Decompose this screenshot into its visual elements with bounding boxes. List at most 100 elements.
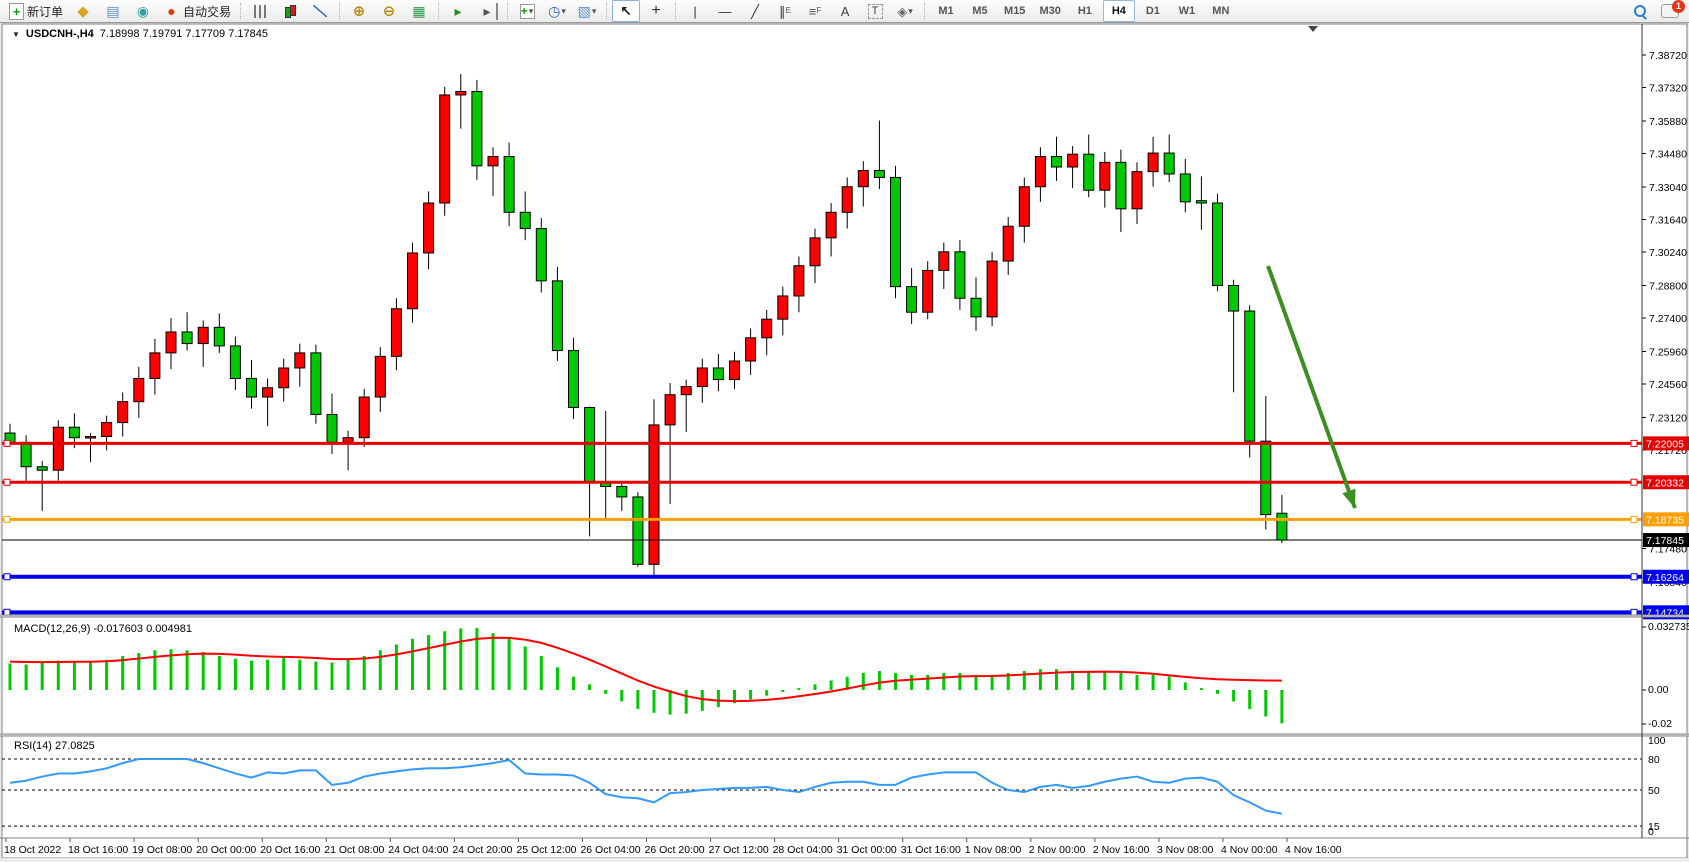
zoom-in-icon — [351, 3, 368, 20]
channel-button[interactable] — [771, 0, 799, 22]
bar-chart-button[interactable] — [246, 0, 274, 22]
shapes-button[interactable] — [891, 0, 919, 22]
new-order-button-label: 新订单 — [27, 3, 63, 20]
macd-histogram-bar — [1232, 690, 1235, 701]
timeframe-m30-button[interactable]: M30 — [1033, 0, 1066, 22]
candle-body — [488, 157, 498, 166]
timeframe-w1-button[interactable]: W1 — [1171, 0, 1203, 22]
templates-button[interactable] — [573, 0, 601, 22]
macd-histogram-bar — [57, 661, 60, 690]
macd-histogram-bar — [298, 660, 301, 690]
fibonacci-button[interactable] — [801, 0, 829, 22]
price-tick-label: 7.33040 — [1649, 182, 1687, 194]
candle-body — [359, 397, 369, 438]
new-order-button[interactable]: 新订单 — [5, 0, 67, 22]
candle-body — [649, 425, 659, 564]
time-tick-label: 3 Nov 08:00 — [1157, 844, 1214, 856]
candle-body — [874, 170, 884, 177]
time-tick-label: 31 Oct 16:00 — [901, 844, 961, 856]
autotrade-button[interactable]: 自动交易 — [159, 0, 235, 22]
data-window-button[interactable] — [99, 0, 127, 22]
line-handle[interactable] — [1631, 609, 1637, 615]
mt4-window: { "toolbar": { "items": [ {"name":"new-o… — [0, 0, 1689, 862]
line-handle[interactable] — [4, 479, 10, 485]
candle-body — [552, 281, 562, 351]
timeframe-mn-button[interactable]: MN — [1205, 0, 1237, 22]
timeframe-h4-button[interactable]: H4 — [1103, 0, 1135, 22]
data-window-icon — [105, 3, 122, 20]
toolbar: 新订单 自动交易 M1M5M15M30H1H4D1W1MN 1 — [0, 0, 1689, 23]
macd-histogram-bar — [797, 688, 800, 690]
macd-histogram-bar — [604, 690, 607, 694]
line-handle[interactable] — [1631, 516, 1637, 522]
timeframe-m15-button[interactable]: M15 — [998, 0, 1031, 22]
timeframe-m1-button[interactable]: M1 — [930, 0, 962, 22]
line-handle[interactable] — [1631, 574, 1637, 580]
line-handle[interactable] — [4, 574, 10, 580]
periods-button[interactable] — [543, 0, 571, 22]
candle-body — [472, 91, 482, 165]
line-chart-button[interactable] — [306, 0, 334, 22]
navigator-icon — [135, 3, 152, 20]
price-tick-label: 7.31640 — [1649, 215, 1687, 227]
macd-histogram-bar — [25, 664, 28, 690]
cursor-button[interactable] — [612, 0, 640, 22]
line-handle[interactable] — [4, 609, 10, 615]
time-tick-label: 24 Oct 20:00 — [452, 844, 512, 856]
candle-body — [279, 368, 289, 388]
label-icon — [868, 4, 883, 19]
candle-body — [1213, 203, 1223, 285]
candle-chart-button[interactable] — [276, 0, 304, 22]
macd-histogram-bar — [1264, 690, 1267, 717]
candle-body — [585, 407, 595, 483]
timeframe-d1-button[interactable]: D1 — [1137, 0, 1169, 22]
candle-body — [778, 296, 788, 319]
timeframe-h1-button[interactable]: H1 — [1069, 0, 1101, 22]
macd-histogram-bar — [830, 681, 833, 690]
line-handle[interactable] — [4, 516, 10, 522]
macd-histogram-bar — [572, 677, 575, 690]
candle-body — [1068, 154, 1078, 167]
candle-body — [327, 414, 337, 442]
line-handle[interactable] — [4, 440, 10, 446]
candle-body — [987, 261, 997, 317]
chart-ohlc: 7.18998 7.19791 7.17709 7.17845 — [100, 28, 268, 40]
macd-histogram-bar — [814, 684, 817, 690]
candle-body — [907, 287, 917, 313]
macd-histogram-bar — [1119, 673, 1122, 690]
tile-windows-button[interactable] — [405, 0, 433, 22]
candle-body — [1196, 201, 1206, 203]
navigator-button[interactable] — [129, 0, 157, 22]
macd-histogram-bar — [9, 663, 12, 690]
hline-button[interactable] — [711, 0, 739, 22]
candle-body — [37, 467, 47, 470]
timeframe-m5-button[interactable]: M5 — [964, 0, 996, 22]
candle-body — [166, 332, 176, 353]
search-button[interactable] — [1626, 0, 1654, 22]
candle-body — [230, 346, 240, 379]
chart-canvas[interactable]: 7.387207.373207.358807.344807.330407.316… — [0, 0, 1689, 862]
chart-title[interactable]: USDCNH-,H4 7.18998 7.19791 7.17709 7.178… — [12, 28, 268, 40]
label-button[interactable] — [861, 0, 889, 22]
toolbar-separator — [924, 3, 925, 19]
time-tick-label: 26 Oct 20:00 — [645, 844, 705, 856]
crosshair-button[interactable] — [642, 0, 670, 22]
auto-scroll-button[interactable] — [474, 0, 502, 22]
market-watch-button[interactable] — [69, 0, 97, 22]
notifications-button[interactable]: 1 — [1656, 0, 1684, 22]
trendline-button[interactable] — [741, 0, 769, 22]
line-handle[interactable] — [1631, 479, 1637, 485]
vline-button[interactable] — [681, 0, 709, 22]
text-button[interactable] — [831, 0, 859, 22]
rsi-level-label: 0 — [1648, 826, 1654, 838]
indicators-button[interactable] — [513, 0, 541, 22]
zoom-out-button[interactable] — [375, 0, 403, 22]
chart-shift-button[interactable] — [444, 0, 472, 22]
chevron-down-icon[interactable] — [12, 28, 20, 40]
line-handle[interactable] — [1631, 440, 1637, 446]
time-tick-label: 20 Oct 00:00 — [196, 844, 256, 856]
price-tick-label: 7.28800 — [1649, 280, 1687, 292]
candle-body — [295, 353, 305, 368]
zoom-in-button[interactable] — [345, 0, 373, 22]
macd-histogram-bar — [1136, 675, 1139, 690]
